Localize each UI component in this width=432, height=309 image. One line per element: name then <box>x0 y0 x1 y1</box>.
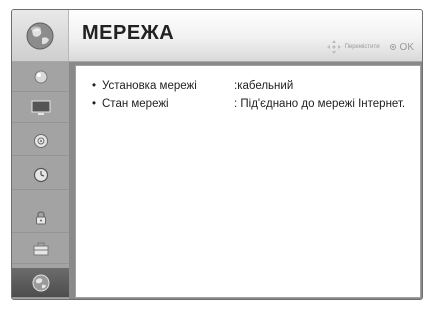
option-icon <box>33 242 48 255</box>
setting-label: Установка мережі <box>102 80 197 92</box>
page-title: МЕРЕЖА <box>82 22 175 44</box>
clock-icon <box>33 167 48 182</box>
category-icon-box <box>12 10 69 61</box>
setting-label: Стан мережі <box>102 98 169 110</box>
navigation-arrows-icon <box>326 40 341 54</box>
header-bar: МЕРЕЖА Перемістити OK <box>12 10 422 62</box>
hint-move-label: Перемістити <box>344 44 380 50</box>
bullet: • <box>92 80 97 92</box>
sidebar-item-audio[interactable] <box>12 126 69 156</box>
ok-button-icon <box>389 44 396 50</box>
sidebar-item-lock[interactable] <box>12 203 69 233</box>
audio-icon <box>33 133 48 148</box>
sidebar-item-screen[interactable] <box>12 93 69 123</box>
globe-icon <box>26 22 54 50</box>
sidebar-item-picture[interactable] <box>12 62 69 92</box>
button-hint: Перемістити OK <box>326 40 414 54</box>
setting-value: :кабельний <box>234 80 294 92</box>
sidebar-item-option[interactable] <box>12 234 69 264</box>
hint-ok-label: OK <box>399 41 414 53</box>
screen-icon <box>31 100 50 115</box>
setting-value: : Під'єднано до мережі Інтернет. <box>234 98 406 110</box>
sidebar-item-time[interactable] <box>12 160 69 190</box>
category-sidebar <box>12 62 69 299</box>
network-icon <box>32 274 49 291</box>
bullet: • <box>92 98 97 110</box>
network-info-panel: • Установка мережі :кабельний • Стан мер… <box>75 65 421 298</box>
settings-window: МЕРЕЖА Перемістити OK • Установка мережі… <box>11 9 423 300</box>
picture-icon <box>34 70 47 83</box>
sidebar-item-network[interactable] <box>12 268 69 298</box>
lock-icon <box>35 210 46 224</box>
